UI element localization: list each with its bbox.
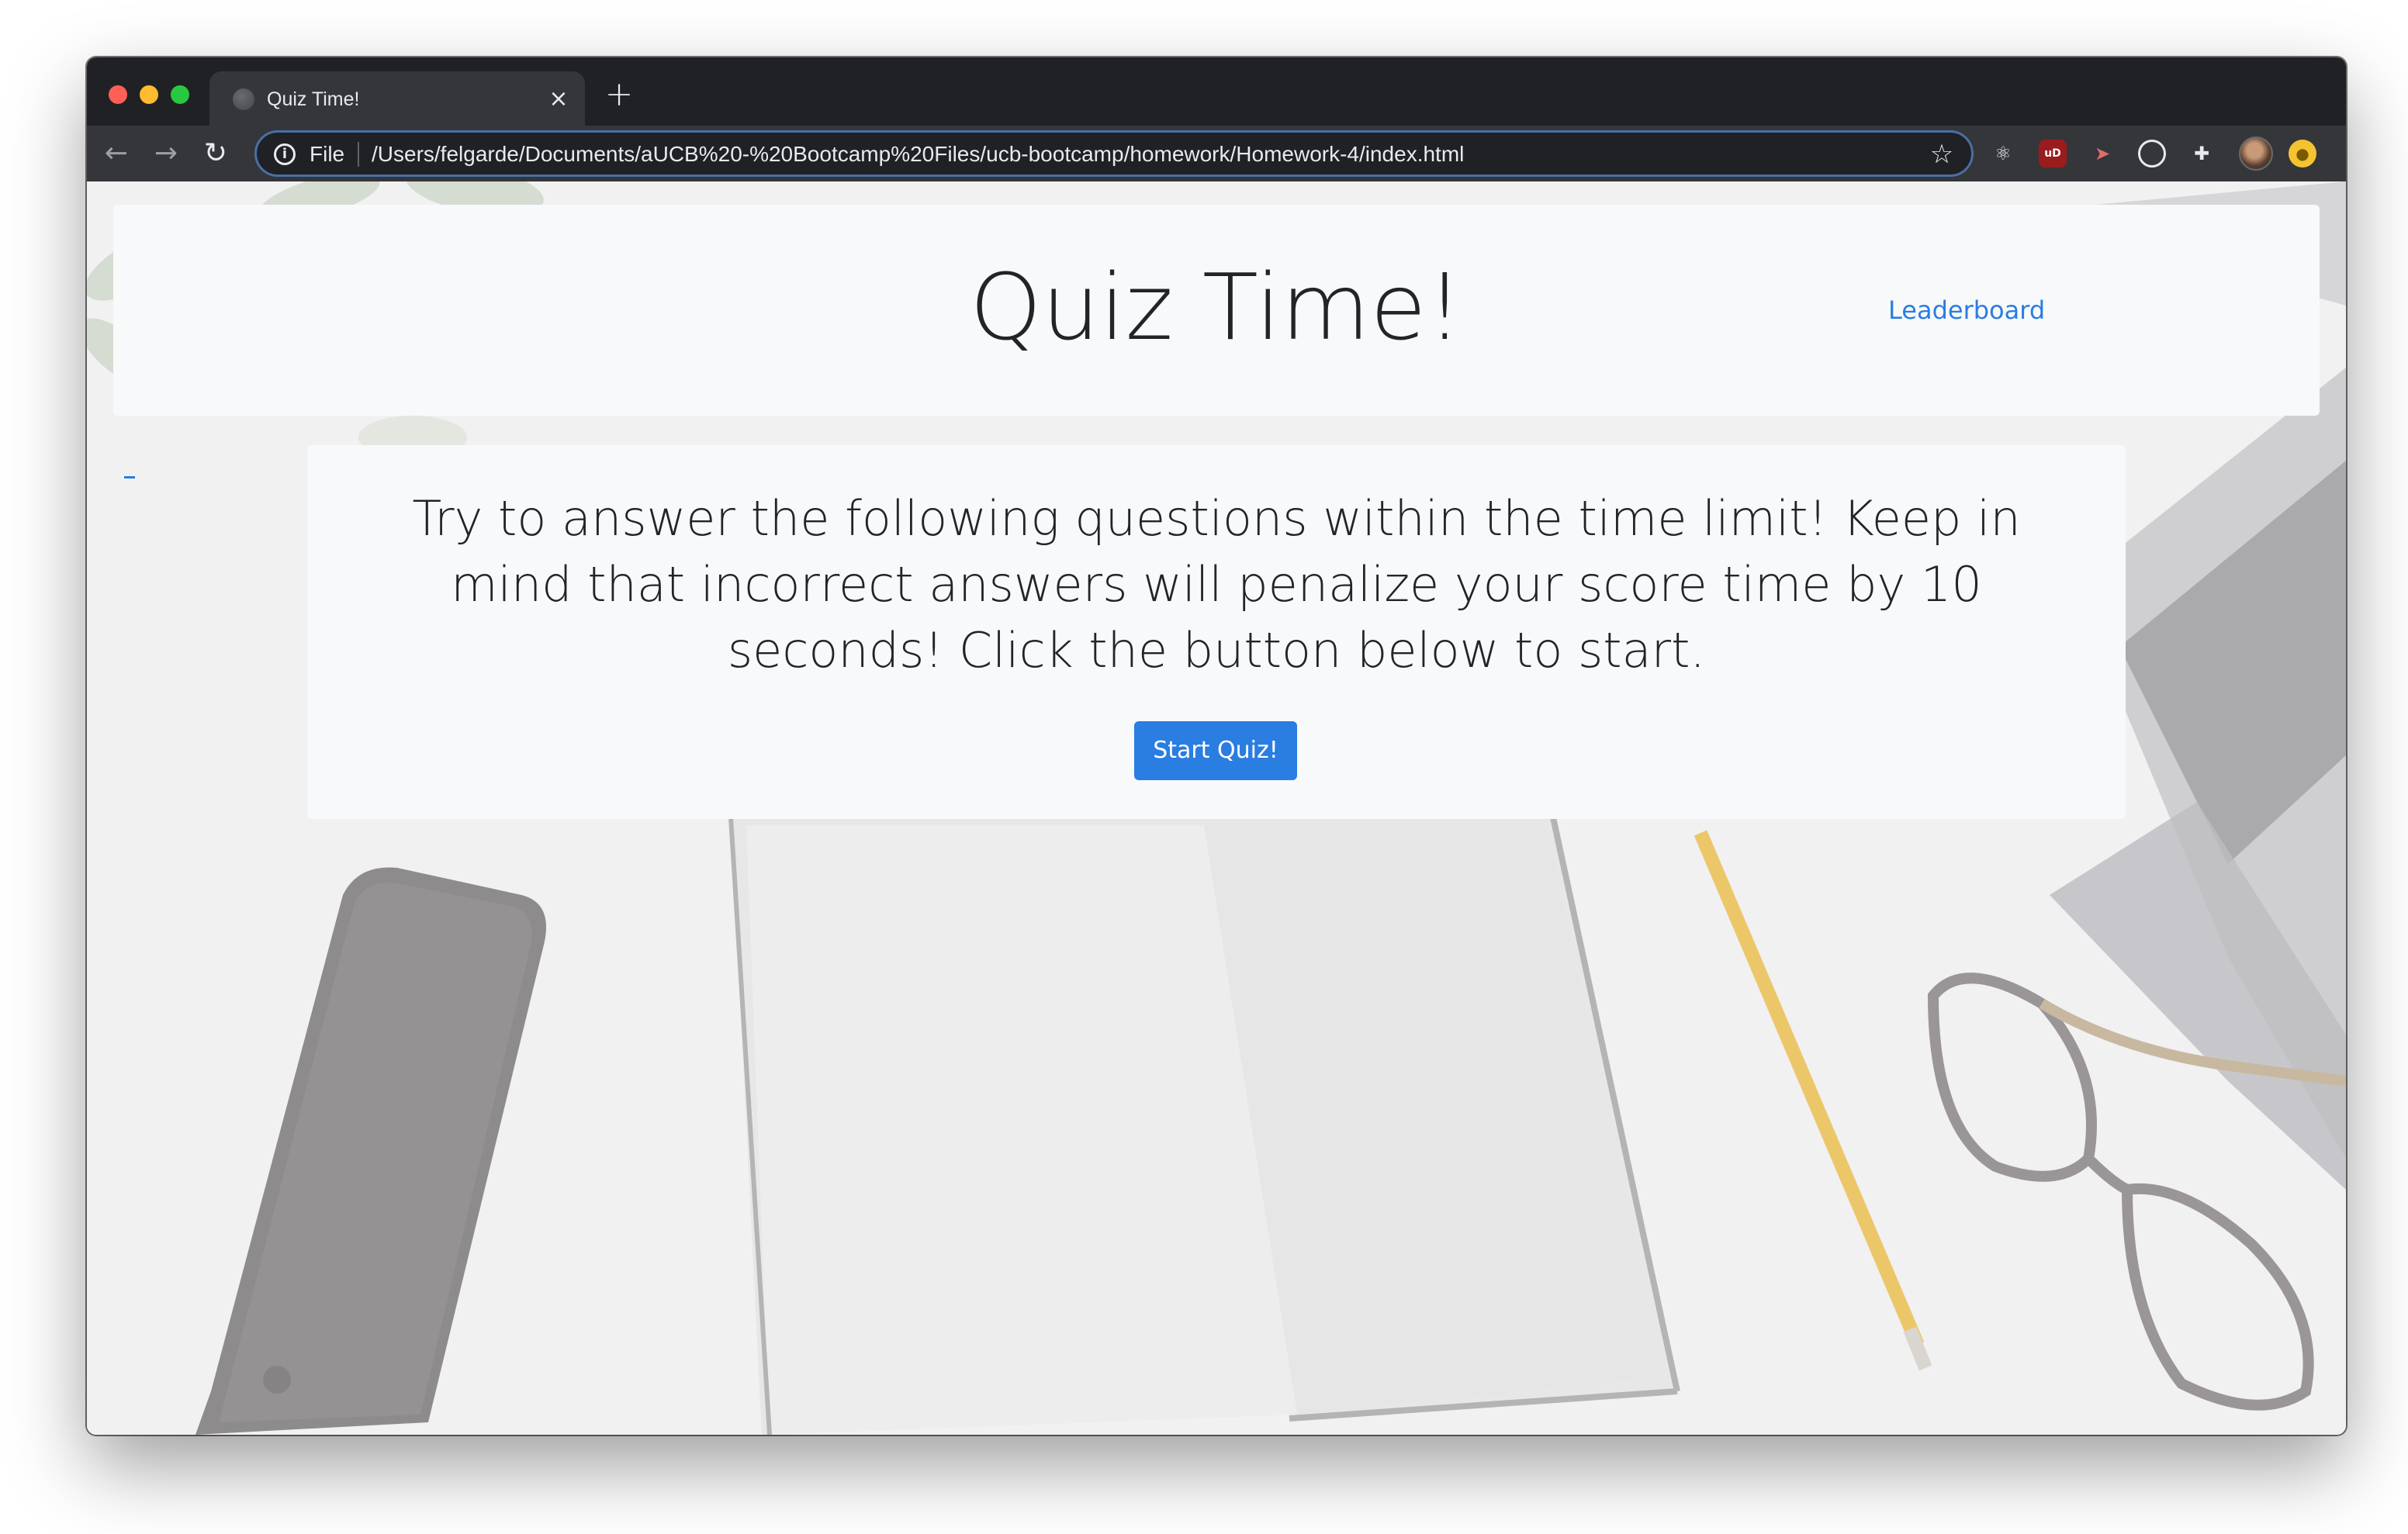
reload-icon[interactable]: ↻ (197, 135, 234, 172)
page-viewport: Quiz Time! Leaderboard Try to answer the… (87, 181, 2346, 1435)
intro-card: Try to answer the following questions wi… (307, 445, 2126, 819)
address-separator (358, 142, 359, 167)
minimize-window-button[interactable] (140, 85, 158, 104)
back-arrow-icon[interactable]: ← (98, 135, 135, 172)
arrow-extension-icon[interactable]: ➤ (2088, 140, 2116, 168)
forward-arrow-icon[interactable]: → (147, 135, 185, 172)
intro-text: Try to answer the following questions wi… (412, 490, 2021, 679)
globe-icon (233, 88, 254, 110)
ublock-icon[interactable]: uD (2039, 140, 2067, 168)
address-bar[interactable]: i File /Users/felgarde/Documents/aUCB%20… (254, 130, 1974, 177)
bookmark-star-icon[interactable]: ☆ (1926, 139, 1957, 170)
scheme-label: File (310, 142, 345, 166)
profile-avatar[interactable] (2239, 136, 2273, 171)
timer-indicator (124, 476, 135, 479)
react-devtools-icon[interactable]: ⚛ (1989, 140, 2017, 168)
info-icon[interactable]: i (274, 143, 296, 165)
tab-title: Quiz Time! (267, 88, 360, 110)
browser-window: Quiz Time! × + ← → ↻ i File /Users/felga… (87, 57, 2346, 1435)
start-quiz-button[interactable]: Start Quiz! (1134, 721, 1297, 780)
new-tab-button[interactable]: + (602, 78, 636, 113)
coin-extension-icon[interactable]: ● (2289, 140, 2316, 168)
browser-titlebar: Quiz Time! × + (87, 57, 2346, 126)
notebook-image (728, 817, 1680, 1435)
target-extension-icon[interactable] (2138, 140, 2166, 168)
puzzle-extensions-icon[interactable]: ✚ (2188, 140, 2216, 168)
close-window-button[interactable] (109, 85, 127, 104)
close-tab-icon[interactable]: × (545, 85, 573, 113)
maximize-window-button[interactable] (171, 85, 189, 104)
browser-toolbar: ← → ↻ i File /Users/felgarde/Documents/a… (87, 126, 2346, 181)
leaderboard-link[interactable]: Leaderboard (1888, 295, 2045, 326)
header-card: Quiz Time! Leaderboard (113, 205, 2320, 416)
url-text[interactable]: /Users/felgarde/Documents/aUCB%20-%20Boo… (372, 142, 1464, 167)
browser-tab[interactable]: Quiz Time! × (209, 71, 585, 126)
